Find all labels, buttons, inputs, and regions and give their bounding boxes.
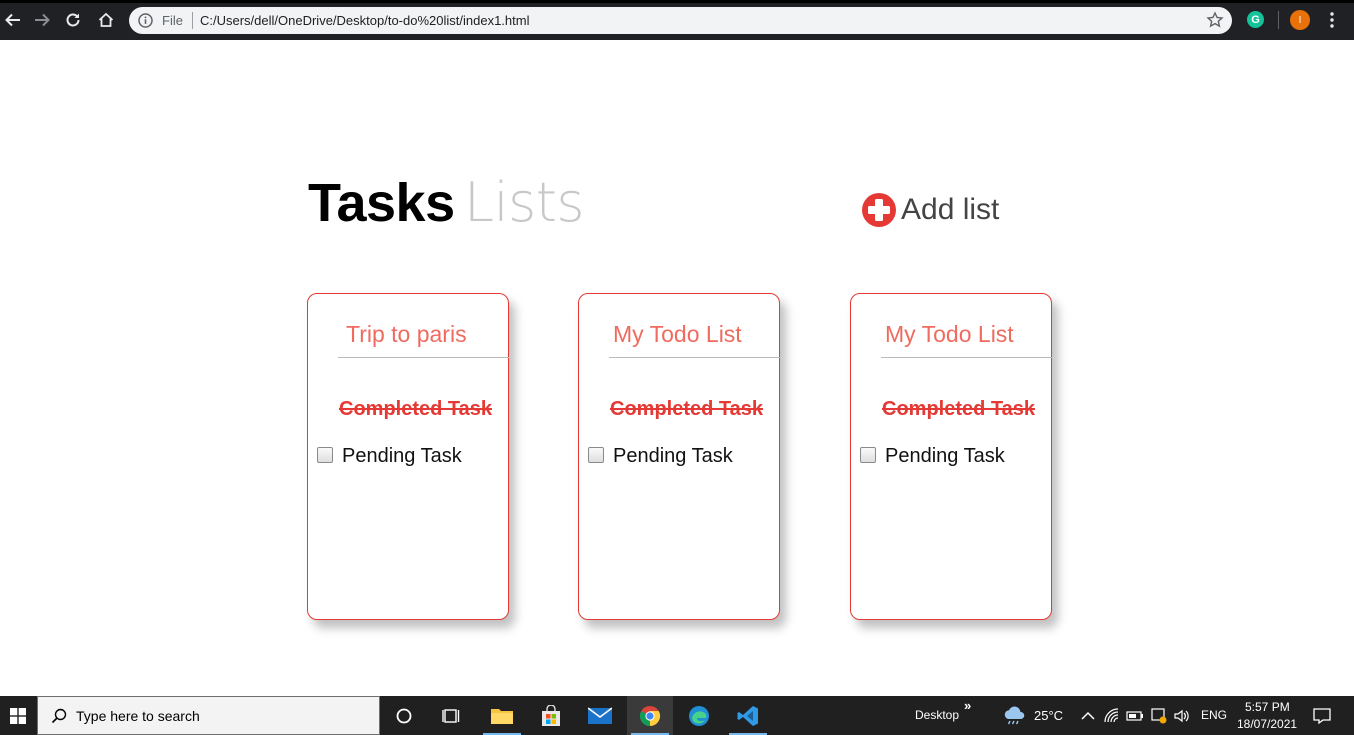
grammarly-extension-icon[interactable]: G	[1247, 11, 1264, 28]
windows-logo-icon	[10, 707, 26, 724]
browser-toolbar: File C:/Users/dell/OneDrive/Desktop/to-d…	[0, 0, 1354, 40]
forward-button[interactable]	[31, 9, 53, 31]
toolbar-separator	[1278, 11, 1279, 29]
pending-task[interactable]: Pending Task	[342, 442, 462, 470]
list-title[interactable]: Trip to paris	[346, 318, 467, 350]
address-bar[interactable]: File C:/Users/dell/OneDrive/Desktop/to-d…	[129, 7, 1232, 34]
store-bag-icon	[542, 704, 560, 726]
title-underline	[881, 357, 1052, 358]
clock-time[interactable]: 5:57 PM	[1245, 700, 1290, 715]
task-view-button[interactable]	[429, 696, 475, 735]
list-card: My Todo List Completed Task Pending Task	[850, 293, 1052, 620]
completed-task[interactable]: Completed Task	[882, 396, 1035, 422]
info-icon[interactable]	[137, 12, 154, 29]
address-separator	[192, 12, 193, 29]
list-title[interactable]: My Todo List	[613, 318, 742, 350]
mail-envelope-icon	[588, 706, 612, 724]
chrome-taskbar-button[interactable]	[627, 696, 673, 735]
plus-circle-icon	[862, 193, 896, 227]
pending-task-row: Pending Task	[317, 442, 462, 470]
url-scheme-label: File	[162, 13, 183, 28]
weather-temperature[interactable]: 25°C	[1034, 708, 1063, 723]
list-card: My Todo List Completed Task Pending Task	[578, 293, 780, 620]
chevron-up-icon[interactable]	[1079, 707, 1097, 725]
security-alert-icon[interactable]	[1150, 707, 1168, 725]
language-indicator[interactable]: ENG	[1201, 708, 1227, 723]
pending-task-row: Pending Task	[860, 442, 1005, 470]
pending-task[interactable]: Pending Task	[613, 442, 733, 470]
start-button[interactable]	[0, 696, 36, 735]
desktop-toolbar-label[interactable]: Desktop	[915, 708, 959, 723]
clock-date[interactable]: 18/07/2021	[1237, 717, 1297, 732]
back-button[interactable]	[2, 9, 24, 31]
search-icon	[51, 708, 67, 724]
more-menu-icon[interactable]	[1325, 11, 1339, 29]
mail-button[interactable]	[577, 696, 623, 735]
arrow-left-icon	[5, 13, 20, 27]
toolbar-chevron[interactable]: »	[964, 698, 971, 713]
vscode-icon	[737, 705, 758, 726]
task-checkbox[interactable]	[317, 446, 333, 463]
microsoft-store-button[interactable]	[528, 696, 574, 735]
folder-icon	[491, 708, 513, 724]
file-explorer-button[interactable]	[479, 696, 525, 735]
pending-task-row: Pending Task	[588, 442, 733, 470]
bookmark-star-icon[interactable]	[1206, 11, 1224, 29]
taskbar-search-box[interactable]: Type here to search	[37, 696, 380, 735]
taskbar: Type here to search Desktop » 25°C ENG 5…	[0, 696, 1354, 735]
task-view-icon	[442, 708, 460, 723]
title-underline	[609, 357, 780, 358]
reload-button[interactable]	[62, 9, 84, 31]
battery-icon[interactable]	[1126, 707, 1144, 725]
home-button[interactable]	[95, 9, 117, 31]
chrome-icon	[639, 705, 661, 726]
profile-avatar[interactable]: I	[1290, 10, 1310, 30]
completed-task[interactable]: Completed Task	[339, 396, 492, 422]
screen: File C:/Users/dell/OneDrive/Desktop/to-d…	[0, 0, 1354, 735]
volume-icon[interactable]	[1173, 707, 1191, 725]
list-title[interactable]: My Todo List	[885, 318, 1014, 350]
completed-task[interactable]: Completed Task	[610, 396, 763, 422]
arrow-right-icon	[35, 13, 50, 27]
edge-icon	[689, 705, 709, 726]
list-card: Trip to paris Completed Task Pending Tas…	[307, 293, 509, 620]
add-list-button[interactable]: Add list	[861, 190, 999, 230]
lists-tab[interactable]: Lists	[464, 172, 585, 234]
notifications-icon[interactable]	[1312, 706, 1332, 726]
url-text[interactable]: C:/Users/dell/OneDrive/Desktop/to-do%20l…	[200, 12, 529, 29]
tasks-tab[interactable]: Tasks	[308, 172, 455, 234]
edge-button[interactable]	[676, 696, 722, 735]
add-list-label: Add list	[901, 193, 1000, 226]
wifi-icon[interactable]	[1103, 707, 1121, 725]
weather-cloud-rain-icon[interactable]	[1002, 705, 1026, 727]
window-top-edge	[0, 0, 1354, 3]
cortana-button[interactable]	[381, 696, 427, 735]
title-underline	[338, 357, 509, 358]
reload-icon	[66, 13, 80, 27]
pending-task[interactable]: Pending Task	[885, 442, 1005, 470]
vscode-button[interactable]	[725, 696, 771, 735]
search-placeholder: Type here to search	[76, 708, 200, 724]
cortana-circle-icon	[396, 708, 412, 723]
task-checkbox[interactable]	[860, 446, 876, 463]
home-icon	[98, 12, 114, 27]
task-checkbox[interactable]	[588, 446, 604, 463]
